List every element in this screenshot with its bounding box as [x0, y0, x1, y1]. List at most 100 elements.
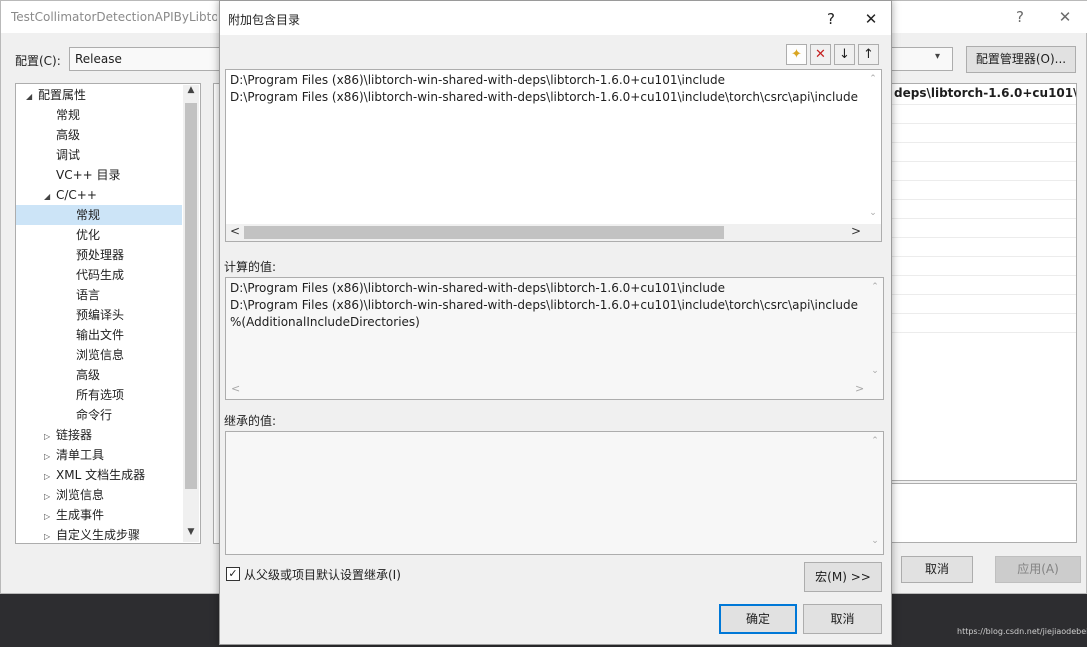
collapsed-arrow-icon[interactable]: ▷ [44, 427, 56, 447]
tree-item[interactable]: ▷ 生成事件 [16, 505, 182, 525]
new-line-button[interactable]: ✦ [786, 44, 807, 65]
scroll-down-icon[interactable]: ⌄ [865, 208, 881, 218]
tree-item-label: 所有选项 [76, 388, 125, 402]
tree-item-label: 常规 [76, 208, 101, 222]
inherited-values-box[interactable]: ⌃ ⌄ [225, 431, 884, 555]
tree-item[interactable]: ▷ 清单工具 [16, 445, 182, 465]
chevron-down-icon: ▾ [935, 51, 941, 62]
new-folder-icon: ✦ [791, 47, 802, 62]
collapsed-arrow-icon[interactable]: ▷ [44, 447, 56, 467]
config-label: 配置(C): [15, 54, 61, 68]
dialog-title: 附加包含目录 [228, 13, 301, 27]
tree-item[interactable]: 代码生成 [16, 265, 182, 285]
scroll-down-icon[interactable]: ⌄ [867, 536, 883, 546]
computed-values-label: 计算的值: [224, 260, 277, 274]
expanded-arrow-icon[interactable]: ◢ [44, 187, 56, 207]
tree-item-label: 调试 [56, 148, 81, 162]
tree-item-label: 浏览信息 [56, 488, 105, 502]
collapsed-arrow-icon[interactable]: ▷ [44, 467, 56, 487]
ok-button[interactable]: 确定 [719, 604, 797, 634]
description-panel [891, 483, 1077, 543]
tree-item[interactable]: 高级 [16, 125, 182, 145]
dialog-help-button[interactable]: ? [814, 5, 848, 33]
property-tree[interactable]: ◢ 配置属性 常规 高级 调试 VC++ 目录 ◢ C/C++ 常规 优化 预处理器 代码生成 语言 预编… [15, 83, 201, 544]
arrow-up-icon: ↑ [863, 47, 874, 62]
tree-scrollbar-thumb[interactable] [185, 103, 197, 489]
close-button[interactable]: ✕ [1048, 3, 1082, 31]
tree-item[interactable]: 常规 [16, 105, 182, 125]
collapsed-arrow-icon[interactable]: ▷ [44, 527, 56, 543]
include-dirs-edit-box[interactable]: D:\Program Files (x86)\libtorch-win-shar… [225, 69, 882, 242]
config-select[interactable]: Release [69, 47, 221, 71]
tree-item[interactable]: ▷ 浏览信息 [16, 485, 182, 505]
edit-line[interactable]: D:\Program Files (x86)\libtorch-win-shar… [230, 90, 858, 104]
inherit-checkbox-label[interactable]: 从父级或项目默认设置继承(I) [244, 566, 401, 583]
tree-item-label: VC++ 目录 [56, 168, 121, 182]
bg-cancel-button[interactable]: 取消 [901, 556, 973, 583]
scroll-right-icon[interactable]: > [851, 224, 861, 238]
tree-item[interactable]: ▷ 链接器 [16, 425, 182, 445]
computed-values-box[interactable]: D:\Program Files (x86)\libtorch-win-shar… [225, 277, 884, 400]
tree-item[interactable]: 预编译头 [16, 305, 182, 325]
dialog-titlebar: 附加包含目录 ? ✕ [220, 1, 891, 35]
tree-item[interactable]: 所有选项 [16, 385, 182, 405]
scroll-right-icon[interactable]: > [855, 382, 864, 395]
tree-item-label: 常规 [56, 108, 81, 122]
tree-item[interactable]: VC++ 目录 [16, 165, 182, 185]
scroll-down-icon[interactable]: ▼ [185, 527, 197, 537]
inherit-checkbox[interactable]: ✓ [226, 567, 240, 581]
dialog-close-button[interactable]: ✕ [854, 5, 888, 33]
tree-item[interactable]: 高级 [16, 365, 182, 385]
scroll-down-icon[interactable]: ⌄ [867, 366, 883, 376]
scroll-up-icon[interactable]: ⌃ [867, 436, 883, 446]
tree-item-label: 命令行 [76, 408, 113, 422]
tree-item-label: XML 文档生成器 [56, 468, 146, 482]
tree-item[interactable]: 语言 [16, 285, 182, 305]
scroll-up-icon[interactable]: ⌃ [867, 282, 883, 292]
macros-button[interactable]: 宏(M) >> [804, 562, 882, 592]
config-manager-button[interactable]: 配置管理器(O)... [966, 46, 1076, 73]
tree-item-label: 链接器 [56, 428, 93, 442]
apply-button[interactable]: 应用(A) [995, 556, 1081, 583]
tree-item-label: 优化 [76, 228, 101, 242]
grid-value-text: deps\libtorch-1.6.0+cu101\inclu [894, 86, 1076, 100]
collapsed-arrow-icon[interactable]: ▷ [44, 487, 56, 507]
scroll-left-icon[interactable]: < [230, 224, 240, 238]
tree-item[interactable]: 常规 [16, 205, 182, 225]
property-pages-title: TestCollimatorDetectionAPIByLibtor [11, 10, 217, 24]
move-up-button[interactable]: ↑ [858, 44, 879, 65]
tree-item-label: 高级 [76, 368, 101, 382]
cancel-button[interactable]: 取消 [803, 604, 882, 634]
arrow-down-icon: ↓ [839, 47, 850, 62]
tree-item-label: 代码生成 [76, 268, 125, 282]
scroll-left-icon[interactable]: < [231, 382, 240, 395]
scroll-up-icon[interactable]: ⌃ [865, 74, 881, 84]
inherited-values-label: 继承的值: [224, 414, 277, 428]
expanded-arrow-icon[interactable]: ◢ [26, 87, 38, 107]
tree-item[interactable]: 浏览信息 [16, 345, 182, 365]
help-button[interactable]: ? [1003, 3, 1037, 31]
tree-item[interactable]: ▷ XML 文档生成器 [16, 465, 182, 485]
watermark-text: https://blog.csdn.net/jiejiaodebeiying [957, 627, 1087, 636]
tree-item[interactable]: 预处理器 [16, 245, 182, 265]
tree-item-label: 高级 [56, 128, 81, 142]
platform-select[interactable] [891, 47, 953, 71]
tree-item[interactable]: ◢ C/C++ [16, 185, 182, 205]
property-grid[interactable] [891, 83, 1077, 481]
collapsed-arrow-icon[interactable]: ▷ [44, 507, 56, 527]
computed-line: D:\Program Files (x86)\libtorch-win-shar… [230, 281, 725, 295]
delete-line-button[interactable]: ✕ [810, 44, 831, 65]
computed-line: D:\Program Files (x86)\libtorch-win-shar… [230, 298, 858, 312]
tree-item-label: 配置属性 [38, 88, 87, 102]
scroll-up-icon[interactable]: ▲ [185, 85, 197, 95]
tree-item[interactable]: 命令行 [16, 405, 182, 425]
edit-line[interactable]: D:\Program Files (x86)\libtorch-win-shar… [230, 73, 725, 87]
move-down-button[interactable]: ↓ [834, 44, 855, 65]
tree-item-label: 清单工具 [56, 448, 105, 462]
tree-item[interactable]: 优化 [16, 225, 182, 245]
tree-item[interactable]: ▷ 自定义生成步骤 [16, 525, 182, 543]
edit-hscrollbar-thumb[interactable] [244, 226, 724, 239]
tree-item[interactable]: 调试 [16, 145, 182, 165]
tree-item[interactable]: 输出文件 [16, 325, 182, 345]
tree-item[interactable]: ◢ 配置属性 [16, 85, 182, 105]
